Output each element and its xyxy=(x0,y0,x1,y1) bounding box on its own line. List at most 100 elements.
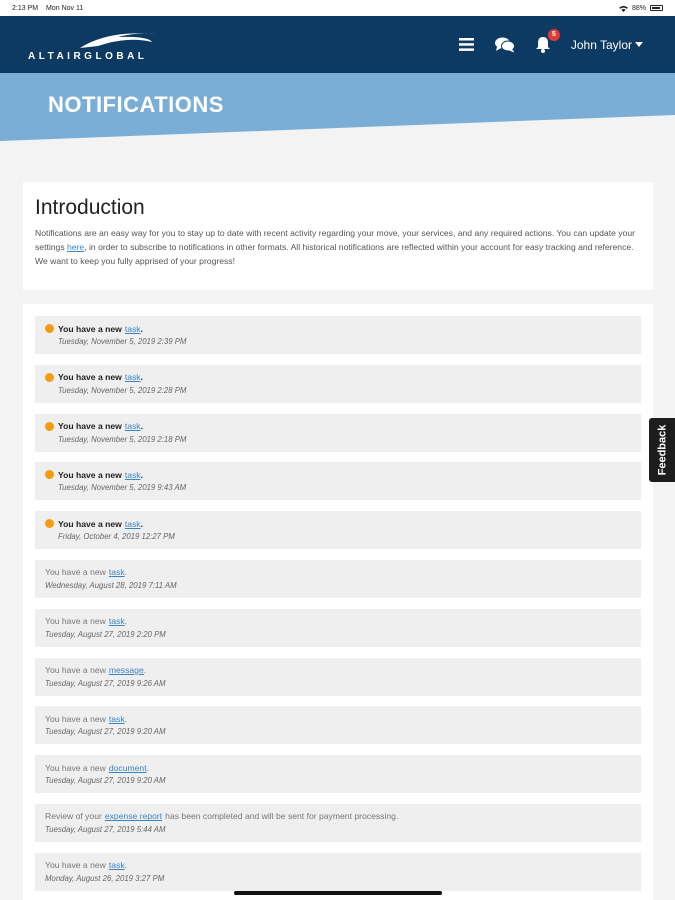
chat-bubbles-icon xyxy=(494,37,515,52)
notification-prefix: You have a new xyxy=(58,518,122,529)
unread-dot-icon xyxy=(45,324,54,333)
notification-date: Tuesday, November 5, 2019 2:28 PM xyxy=(58,385,187,395)
battery-percent: 88% xyxy=(631,4,646,12)
notification-suffix: . xyxy=(124,616,128,627)
notification-item[interactable]: You have a new task. Monday, August 26, 20… xyxy=(35,852,641,891)
notification-suffix: . xyxy=(140,421,143,432)
swoosh-icon xyxy=(80,32,156,48)
wifi-icon xyxy=(619,5,628,12)
status-right: 88% xyxy=(619,5,663,12)
intro-text: Notifications are an easy way for you to… xyxy=(35,226,641,268)
notification-suffix: . xyxy=(146,762,149,773)
notification-item[interactable]: You have a new task. Friday, October 4, 20… xyxy=(35,511,641,550)
notification-message: You have a new task. xyxy=(45,517,631,530)
notification-prefix: You have a new xyxy=(58,469,122,480)
messages-button[interactable] xyxy=(494,35,515,55)
notification-suffix: . xyxy=(140,469,143,480)
battery-icon xyxy=(650,5,663,11)
notification-date: Tuesday, August 27, 2019 5:44 AM xyxy=(45,824,166,834)
page-title: NOTIFICATIONS xyxy=(48,92,224,117)
notification-date: Tuesday, August 27, 2019 9:20 AM xyxy=(45,776,166,786)
status-date: Mon Nov 11 xyxy=(46,4,84,12)
feedback-tab[interactable]: Feedback xyxy=(649,418,675,482)
notification-message: You have a new document. xyxy=(45,761,631,774)
user-menu[interactable]: John Taylor xyxy=(571,38,643,52)
header-actions: 5 John Taylor xyxy=(457,28,647,55)
notification-suffix: . xyxy=(124,860,128,871)
notification-item[interactable]: You have a new task. Tuesday, November 5, … xyxy=(35,364,641,403)
notification-item[interactable]: You have a new task. Tuesday, August 27, 2… xyxy=(35,608,641,647)
notification-link[interactable]: task xyxy=(109,860,125,870)
menu-button[interactable] xyxy=(457,35,477,55)
notifications-button[interactable]: 5 xyxy=(533,28,560,55)
status-left: 2:13 PM Mon Nov 11 xyxy=(12,5,89,12)
status-bar: 2:13 PM Mon Nov 11 88% xyxy=(0,0,675,16)
notification-item[interactable]: Review of your expense report has been com… xyxy=(35,803,641,842)
hamburger-icon xyxy=(459,38,475,51)
altair-logo[interactable]: ALTAIRGLOBAL xyxy=(28,28,156,62)
notification-message: You have a new task. xyxy=(45,566,631,579)
notification-link[interactable]: task xyxy=(125,324,141,334)
notification-message: Review of your expense report has been com… xyxy=(45,810,631,823)
settings-link[interactable]: here xyxy=(67,242,84,252)
notification-date: Tuesday, November 5, 2019 9:43 AM xyxy=(58,483,187,493)
notification-suffix: . xyxy=(143,665,147,676)
unread-dot-icon xyxy=(45,421,54,431)
notification-item[interactable]: You have a new task. Tuesday, November 5, … xyxy=(35,316,641,354)
notification-message: You have a new task. xyxy=(45,468,631,481)
notification-prefix: You have a new xyxy=(45,616,106,627)
notification-prefix: You have a new xyxy=(58,421,122,432)
notification-link[interactable]: task xyxy=(125,372,141,382)
notification-date: Tuesday, August 27, 2019 2:20 PM xyxy=(45,629,166,639)
notification-date: Tuesday, November 5, 2019 2:39 PM xyxy=(58,337,187,346)
notifications-list: You have a new task. Tuesday, November 5, … xyxy=(23,304,653,900)
notification-item[interactable]: You have a new task. Tuesday, November 5, … xyxy=(35,413,641,452)
notification-count-badge: 5 xyxy=(547,28,560,41)
notification-date: Tuesday, August 27, 2019 9:20 AM xyxy=(45,727,166,737)
notification-link[interactable]: task xyxy=(125,421,141,431)
notification-prefix: You have a new xyxy=(45,860,106,871)
notification-suffix: . xyxy=(140,518,143,529)
intro-card: Introduction Notifications are an easy w… xyxy=(23,182,653,290)
status-time: 2:13 PM xyxy=(12,4,39,12)
notification-message: You have a new task. xyxy=(45,371,631,384)
unread-dot-icon xyxy=(45,372,54,382)
unread-dot-icon xyxy=(45,470,54,480)
notification-link[interactable]: task xyxy=(109,616,125,626)
notification-prefix: Review of your xyxy=(45,811,102,822)
notification-item[interactable]: You have a new task. Tuesday, August 27, 2… xyxy=(35,706,641,745)
notification-link[interactable]: task xyxy=(109,714,125,724)
notification-date: Wednesday, August 28, 2019 7:11 AM xyxy=(45,580,177,590)
unread-dot-icon xyxy=(45,519,54,529)
user-name: John Taylor xyxy=(570,37,632,52)
notification-prefix: You have a new xyxy=(58,323,122,334)
notification-link[interactable]: document xyxy=(109,763,147,773)
notification-link[interactable]: task xyxy=(125,519,141,529)
caret-down-icon xyxy=(635,41,643,47)
notification-item[interactable]: You have a new document. Tuesday, August 2… xyxy=(35,755,641,794)
notification-suffix: has been completed and will be sent for … xyxy=(165,811,399,822)
notification-message: You have a new task. xyxy=(45,712,631,725)
logo-text: ALTAIRGLOBAL xyxy=(28,50,148,62)
notification-date: Tuesday, November 5, 2019 2:18 PM xyxy=(58,434,187,444)
notification-prefix: You have a new xyxy=(45,762,106,773)
notification-message: You have a new task. xyxy=(45,615,631,628)
notification-item[interactable]: You have a new task. Wednesday, August 28,… xyxy=(35,559,641,598)
notification-suffix: . xyxy=(124,713,128,724)
notification-link[interactable]: task xyxy=(109,567,125,577)
notification-message: You have a new task. xyxy=(45,322,631,335)
app-header: ALTAIRGLOBAL 5 John Taylor xyxy=(0,16,675,73)
notification-suffix: . xyxy=(140,372,143,383)
notification-link[interactable]: expense report xyxy=(105,811,162,821)
notification-link[interactable]: task xyxy=(125,470,141,480)
feedback-label: Feedback xyxy=(656,424,668,476)
notification-prefix: You have a new xyxy=(58,372,122,383)
notification-message: You have a new task. xyxy=(45,420,631,433)
page-banner: NOTIFICATIONS xyxy=(0,73,675,143)
notification-item[interactable]: You have a new message. Tuesday, August 27… xyxy=(35,657,641,696)
notification-item[interactable]: You have a new task. Tuesday, November 5, … xyxy=(35,462,641,501)
notification-suffix: . xyxy=(140,323,143,334)
home-indicator xyxy=(234,891,442,895)
notification-message: You have a new message. xyxy=(45,664,631,677)
notification-link[interactable]: message xyxy=(109,665,144,675)
